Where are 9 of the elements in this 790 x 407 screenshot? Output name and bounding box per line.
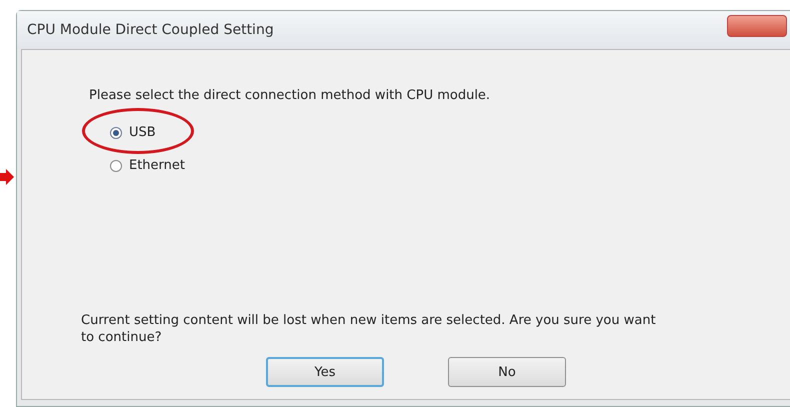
yes-button[interactable]: Yes <box>266 357 384 387</box>
radio-option[interactable]: USB <box>110 125 156 140</box>
radio-option[interactable]: Ethernet <box>110 158 185 173</box>
close-button[interactable] <box>727 15 787 37</box>
window-title: CPU Module Direct Coupled Setting <box>27 22 274 38</box>
warning-text: Current setting content will be lost when new items are selected. Are you sure you want to continue? <box>81 312 657 346</box>
pointer-arrow-icon <box>0 169 14 185</box>
prompt-text: Please select the direct connection method with CPU module. <box>89 88 492 103</box>
no-button[interactable]: No <box>448 357 566 387</box>
